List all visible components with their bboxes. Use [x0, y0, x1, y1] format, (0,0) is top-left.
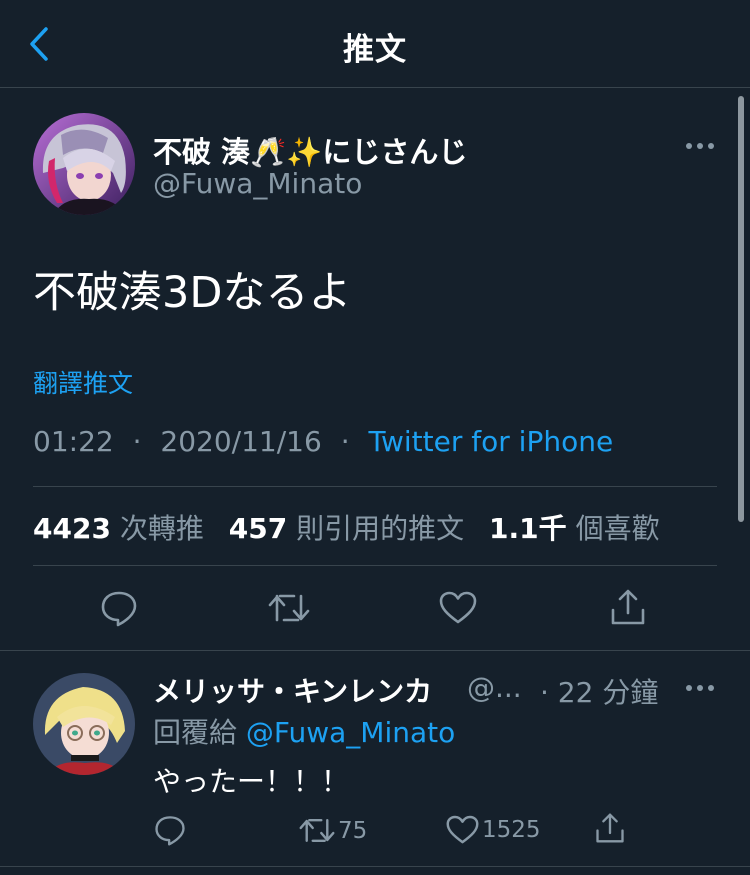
reply-timestamp[interactable]: · 22 分鐘: [540, 671, 658, 711]
navigation-bar: 推文: [0, 0, 750, 88]
reply-share-button[interactable]: [595, 812, 625, 844]
reply-retweet-button[interactable]: 75: [299, 815, 367, 846]
like-button[interactable]: [439, 591, 477, 625]
tweet-stats: 4423 次轉推 457 則引用的推文 1.1千 個喜歡: [33, 507, 676, 547]
scrollbar[interactable]: [738, 96, 744, 522]
reply-like-button[interactable]: 1525: [446, 815, 541, 845]
retweets-stat[interactable]: 4423 次轉推: [33, 512, 204, 545]
page-title: 推文: [343, 32, 407, 68]
share-icon: [611, 589, 645, 625]
reply-button[interactable]: [100, 589, 138, 627]
likes-stat[interactable]: 1.1千 個喜歡: [489, 512, 660, 545]
ellipsis-icon: [686, 143, 714, 149]
tweet-date: 2020/11/16: [160, 425, 322, 458]
author-display-name[interactable]: 不破 湊🥂✨にじさんじ: [153, 129, 467, 171]
divider: [33, 565, 717, 566]
tweet-text: 不破湊3Dなるよ: [33, 268, 352, 318]
reply-text: やったー！！！: [153, 765, 350, 798]
reply-author-handle[interactable]: @...: [467, 671, 522, 704]
divider: [33, 486, 717, 487]
heart-icon: [446, 815, 479, 844]
author-avatar[interactable]: [33, 113, 135, 215]
tweet-metadata: 01:22 · 2020/11/16 · Twitter for iPhone: [33, 425, 613, 458]
reply-like-count: 1525: [482, 817, 541, 843]
reply-retweet-count: 75: [338, 817, 368, 844]
ellipsis-icon: [686, 685, 714, 691]
divider: [0, 650, 750, 651]
heart-icon: [439, 591, 477, 624]
replying-to: 回覆給 @Fuwa_Minato: [153, 716, 456, 749]
reply-author-display-name[interactable]: メリッサ・キンレンカ: [153, 670, 432, 710]
retweet-icon: [299, 819, 335, 842]
reply-author-avatar[interactable]: [33, 673, 135, 775]
share-icon: [596, 813, 624, 843]
retweet-icon: [268, 594, 310, 622]
translate-tweet-link[interactable]: 翻譯推文: [33, 364, 133, 400]
quotes-stat[interactable]: 457 則引用的推文: [229, 512, 464, 545]
reply-icon: [155, 816, 185, 846]
retweet-button[interactable]: [268, 590, 310, 626]
reply-icon: [101, 591, 137, 627]
tweet-time: 01:22: [33, 425, 114, 458]
more-options-button[interactable]: [682, 134, 718, 158]
separator-dot: ·: [340, 425, 350, 458]
reply-reply-button[interactable]: [154, 814, 186, 846]
reply-more-options-button[interactable]: [682, 676, 718, 700]
tweet-source-link[interactable]: Twitter for iPhone: [369, 425, 614, 458]
divider: [0, 866, 750, 867]
author-handle[interactable]: @Fuwa_Minato: [153, 167, 362, 200]
mention-link[interactable]: @Fuwa_Minato: [246, 716, 455, 749]
share-button[interactable]: [610, 588, 646, 626]
separator-dot: ·: [132, 425, 142, 458]
